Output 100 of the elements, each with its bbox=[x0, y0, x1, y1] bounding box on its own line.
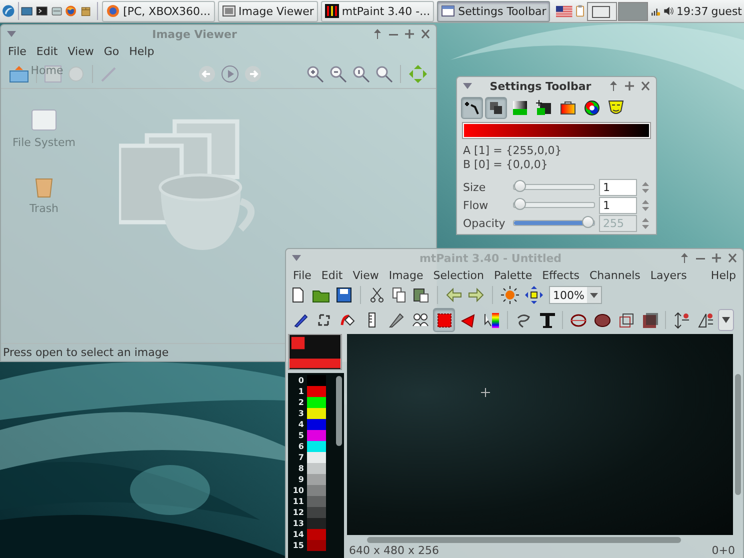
move-icon[interactable] bbox=[525, 286, 543, 304]
spin-arrows-icon[interactable] bbox=[641, 198, 650, 212]
menu-item[interactable]: File bbox=[288, 268, 316, 282]
number-field[interactable]: 1 bbox=[599, 178, 637, 196]
menu-item[interactable]: Palette bbox=[489, 268, 538, 282]
menu-item[interactable]: Image bbox=[384, 268, 428, 282]
pin-icon[interactable] bbox=[609, 81, 618, 91]
palette-index: 9 bbox=[297, 474, 304, 485]
menu-item[interactable]: Effects bbox=[537, 268, 584, 282]
palette-swatch[interactable] bbox=[307, 518, 326, 529]
palette-swatch[interactable] bbox=[307, 452, 326, 463]
window-menu-icon[interactable] bbox=[7, 31, 16, 37]
menu-item[interactable]: View bbox=[62, 45, 99, 58]
palette-swatch[interactable] bbox=[307, 419, 326, 430]
figures-icon bbox=[412, 312, 428, 328]
palette-swatch[interactable] bbox=[307, 463, 326, 474]
zoom-combo[interactable]: 100% bbox=[549, 286, 602, 304]
palette-swatch[interactable] bbox=[307, 408, 326, 419]
undo-icon[interactable] bbox=[446, 287, 462, 303]
palette-swatch[interactable] bbox=[307, 430, 326, 441]
palette-swatch[interactable] bbox=[307, 485, 326, 496]
palette-index: 11 bbox=[292, 496, 304, 507]
maximize-icon[interactable] bbox=[712, 253, 721, 263]
scrollbar[interactable] bbox=[336, 376, 342, 446]
paint-app-icon bbox=[324, 4, 339, 18]
menu-item[interactable]: Help bbox=[706, 268, 741, 282]
cut-icon[interactable] bbox=[369, 287, 385, 303]
toolbox-icon bbox=[559, 99, 577, 117]
palette-swatch[interactable] bbox=[307, 496, 326, 507]
tool-button[interactable] bbox=[433, 308, 455, 332]
pin-icon[interactable] bbox=[373, 29, 382, 39]
menu-item[interactable]: Selection bbox=[428, 268, 489, 282]
palette-swatch[interactable] bbox=[307, 529, 326, 540]
palette-swatch[interactable] bbox=[307, 507, 326, 518]
pin-icon[interactable] bbox=[680, 253, 689, 263]
clock[interactable]: 19:37 bbox=[676, 4, 708, 18]
palette-index: 15 bbox=[292, 540, 304, 551]
pencil-icon bbox=[292, 312, 308, 328]
workspace-pager[interactable] bbox=[586, 2, 648, 20]
menu-item[interactable]: Edit bbox=[316, 268, 348, 282]
menu-item[interactable]: View bbox=[348, 268, 384, 282]
status-text: 0+0 bbox=[712, 544, 736, 557]
palette-swatch[interactable] bbox=[307, 540, 326, 551]
menu-item[interactable]: Go bbox=[98, 45, 124, 58]
selection-icon bbox=[316, 312, 332, 328]
save-icon[interactable] bbox=[336, 287, 352, 303]
copy-icon[interactable] bbox=[391, 287, 407, 303]
paste-icon[interactable] bbox=[413, 287, 429, 303]
close-icon[interactable] bbox=[728, 253, 737, 263]
redo-icon[interactable] bbox=[468, 287, 484, 303]
palette-swatch[interactable] bbox=[307, 386, 326, 397]
dropdown-icon[interactable] bbox=[587, 287, 601, 303]
close-icon[interactable] bbox=[641, 81, 650, 91]
menu-item[interactable]: Help bbox=[124, 45, 160, 58]
palette-swatch[interactable] bbox=[307, 441, 326, 452]
window-menu-icon[interactable] bbox=[292, 255, 301, 261]
menu-item[interactable]: Edit bbox=[31, 45, 63, 58]
palette-swatch[interactable] bbox=[307, 397, 326, 408]
color-preview bbox=[288, 334, 342, 370]
filled-ellipse-icon bbox=[594, 312, 610, 328]
spin-arrows-icon[interactable] bbox=[641, 216, 650, 230]
play-icon[interactable] bbox=[221, 65, 239, 83]
zoom-actual-icon[interactable] bbox=[352, 65, 370, 83]
palette-swatch[interactable] bbox=[307, 474, 326, 485]
taskbar-button[interactable]: mtPaint 3.40 -... bbox=[320, 0, 434, 22]
toolbar-button[interactable] bbox=[461, 97, 483, 119]
ellipse-icon bbox=[570, 312, 586, 328]
spin-arrows-icon[interactable] bbox=[641, 180, 650, 194]
slider-thumb[interactable] bbox=[514, 180, 526, 192]
menu-item[interactable]: File bbox=[3, 45, 32, 58]
toolbar-button[interactable] bbox=[485, 97, 507, 119]
window-menu-icon[interactable] bbox=[463, 83, 472, 89]
folder-icon[interactable] bbox=[9, 65, 29, 83]
maximize-icon[interactable] bbox=[405, 29, 414, 39]
close-icon[interactable] bbox=[421, 29, 430, 39]
gradient-bar[interactable] bbox=[463, 123, 650, 138]
zoom-fit-icon[interactable] bbox=[375, 65, 393, 83]
square-icon bbox=[436, 312, 452, 328]
zoom-out-icon[interactable] bbox=[329, 65, 347, 83]
gradient-icon bbox=[484, 312, 500, 328]
scrollbar[interactable] bbox=[367, 537, 681, 543]
taskbar-button[interactable]: Image Viewer bbox=[218, 0, 318, 22]
menu-item[interactable]: Channels bbox=[584, 268, 646, 282]
taskbar-button[interactable]: Settings Toolbar bbox=[437, 0, 550, 22]
sun-icon[interactable] bbox=[501, 286, 519, 304]
palette-swatch[interactable] bbox=[307, 375, 326, 386]
user-name: guest bbox=[711, 4, 742, 18]
palette-index: 0 bbox=[297, 375, 304, 386]
zoom-in-icon[interactable] bbox=[306, 65, 324, 83]
taskbar-button[interactable]: [PC, XBOX360... bbox=[102, 0, 215, 22]
maximize-icon[interactable] bbox=[625, 81, 634, 91]
slider-label: Size bbox=[463, 180, 487, 194]
menu-item[interactable]: Layers bbox=[645, 268, 692, 282]
number-field[interactable]: 1 bbox=[599, 196, 637, 214]
new-file-icon[interactable] bbox=[290, 287, 306, 303]
slider-thumb[interactable] bbox=[514, 198, 526, 210]
rectangle-icon bbox=[618, 312, 634, 328]
trash-icon bbox=[34, 176, 54, 198]
more-button[interactable] bbox=[718, 309, 734, 331]
scrollbar[interactable] bbox=[735, 374, 741, 495]
